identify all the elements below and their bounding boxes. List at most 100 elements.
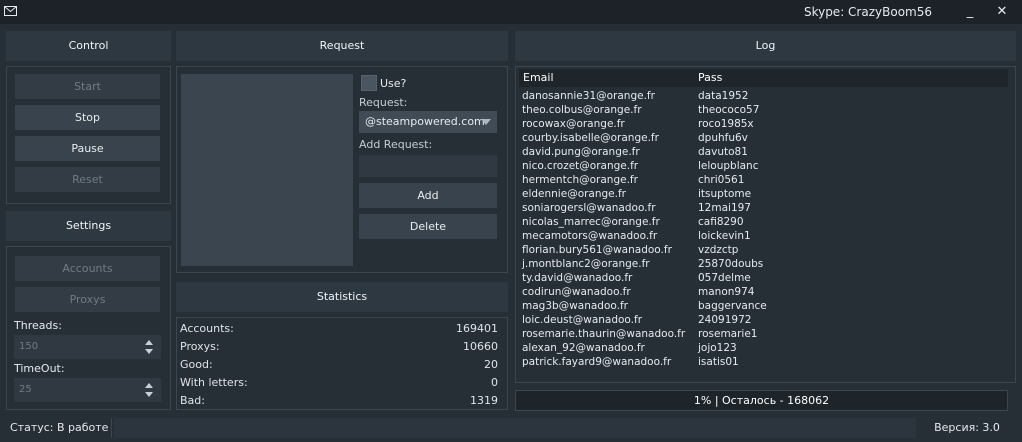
pass-cell: 24091972 bbox=[698, 314, 752, 326]
status-text: Статус: В работе bbox=[6, 418, 112, 438]
table-row[interactable]: hermentch@orange.fr chri0561 bbox=[519, 173, 1008, 187]
table-row[interactable]: alexan_92@wanadoo.fr jojo123 bbox=[519, 341, 1008, 355]
table-row[interactable]: mag3b@wanadoo.fr baggervance bbox=[519, 299, 1008, 313]
stat-value: 169401 bbox=[456, 322, 498, 335]
accounts-button[interactable]: Accounts bbox=[15, 256, 160, 281]
mail-icon bbox=[4, 6, 17, 16]
pass-cell: loickevin1 bbox=[698, 230, 751, 242]
pass-cell: 25870doubs bbox=[698, 258, 764, 270]
spinner-arrows-icon[interactable] bbox=[145, 340, 153, 354]
email-cell: j.montblanc2@orange.fr bbox=[522, 258, 650, 270]
pass-cell: jojo123 bbox=[698, 342, 737, 354]
email-cell: david.pung@orange.fr bbox=[522, 146, 640, 158]
table-row[interactable]: danosannie31@orange.fr data1952 bbox=[519, 89, 1008, 103]
email-cell: rocowax@orange.fr bbox=[522, 118, 625, 130]
settings-header: Settings bbox=[6, 211, 171, 241]
timeout-value: 25 bbox=[19, 384, 32, 395]
threads-value: 150 bbox=[19, 341, 39, 352]
table-row[interactable]: rocowax@orange.fr roco1985x bbox=[519, 117, 1008, 131]
email-cell: mag3b@wanadoo.fr bbox=[522, 300, 628, 312]
stat-row-proxys: Proxys: 10660 bbox=[180, 338, 498, 356]
use-checkbox[interactable] bbox=[361, 75, 377, 91]
log-table-header: Email Pass bbox=[519, 69, 1008, 87]
chevron-down-icon bbox=[481, 119, 491, 125]
table-row[interactable]: courby.isabelle@orange.fr dpuhfu6v bbox=[519, 131, 1008, 145]
control-header: Control bbox=[6, 31, 171, 61]
column-email[interactable]: Email bbox=[523, 69, 554, 87]
request-select[interactable]: @steampowered.com bbox=[359, 111, 497, 133]
table-row[interactable]: nicolas_marrec@orange.fr cafi8290 bbox=[519, 215, 1008, 229]
timeout-label: TimeOut: bbox=[14, 362, 65, 375]
add-request-label: Add Request: bbox=[359, 138, 433, 151]
stop-button[interactable]: Stop bbox=[15, 105, 160, 130]
add-button[interactable]: Add bbox=[359, 183, 497, 208]
pass-cell: theococo57 bbox=[698, 104, 760, 116]
stat-row-with-letters: With letters: 0 bbox=[180, 374, 498, 392]
pass-cell: 057delme bbox=[698, 272, 751, 284]
table-row[interactable]: soniarogersl@wanadoo.fr 12mai197 bbox=[519, 201, 1008, 215]
pass-cell: itsuptome bbox=[698, 188, 752, 200]
log-header: Log bbox=[515, 31, 1016, 61]
stat-row-good: Good: 20 bbox=[180, 356, 498, 374]
pause-button[interactable]: Pause bbox=[15, 136, 160, 161]
pass-cell: 12mai197 bbox=[698, 202, 751, 214]
stat-value: 20 bbox=[484, 358, 498, 371]
close-button[interactable]: ✕ bbox=[990, 2, 1014, 22]
table-row[interactable]: david.pung@orange.fr davuto81 bbox=[519, 145, 1008, 159]
stat-label: Good: bbox=[180, 358, 213, 371]
start-button[interactable]: Start bbox=[15, 74, 160, 99]
table-row[interactable]: codirun@wanadoo.fr manon974 bbox=[519, 285, 1008, 299]
stat-label: Proxys: bbox=[180, 340, 220, 353]
stat-label: Accounts: bbox=[180, 322, 234, 335]
stat-value: 1319 bbox=[470, 394, 498, 407]
stat-row-accounts: Accounts: 169401 bbox=[180, 320, 498, 338]
request-label: Request: bbox=[359, 96, 408, 109]
stat-row-bad: Bad: 1319 bbox=[180, 392, 498, 410]
email-cell: soniarogersl@wanadoo.fr bbox=[522, 202, 656, 214]
pass-cell: dpuhfu6v bbox=[698, 132, 748, 144]
stat-label: Bad: bbox=[180, 394, 205, 407]
threads-spinner[interactable]: 150 bbox=[14, 335, 161, 359]
spinner-arrows-icon[interactable] bbox=[145, 383, 153, 397]
stat-value: 0 bbox=[491, 376, 498, 389]
use-label: Use? bbox=[380, 77, 407, 90]
threads-label: Threads: bbox=[14, 319, 62, 332]
table-row[interactable]: j.montblanc2@orange.fr 25870doubs bbox=[519, 257, 1008, 271]
request-selected: @steampowered.com bbox=[365, 115, 485, 128]
email-cell: theo.colbus@orange.fr bbox=[522, 104, 642, 116]
email-cell: hermentch@orange.fr bbox=[522, 174, 638, 186]
table-row[interactable]: ty.david@wanadoo.fr 057delme bbox=[519, 271, 1008, 285]
table-row[interactable]: rosemarie.thaurin@wanadoo.fr rosemarie1 bbox=[519, 327, 1008, 341]
stat-value: 10660 bbox=[463, 340, 498, 353]
pass-cell: chri0561 bbox=[698, 174, 745, 186]
status-bar: Статус: В работе Версия: 3.0 bbox=[0, 412, 1022, 442]
pass-cell: vzdzctp bbox=[698, 244, 739, 256]
email-cell: nico.crozet@orange.fr bbox=[522, 160, 639, 172]
status-spacer bbox=[114, 418, 916, 438]
progress-bar: 1% | Осталось - 168062 bbox=[515, 390, 1008, 411]
table-row[interactable]: mecamotors@wanadoo.fr loickevin1 bbox=[519, 229, 1008, 243]
minimize-button[interactable]: _ bbox=[958, 2, 982, 22]
table-row[interactable]: florian.bury561@wanadoo.fr vzdzctp bbox=[519, 243, 1008, 257]
title-bar: Skype: CrazyBoom56 _ ✕ bbox=[0, 0, 1022, 24]
table-row[interactable]: patrick.fayard9@wanadoo.fr isatis01 bbox=[519, 355, 1008, 369]
pass-cell: davuto81 bbox=[698, 146, 748, 158]
email-cell: loic.deust@wanadoo.fr bbox=[522, 314, 643, 326]
table-row[interactable]: loic.deust@wanadoo.fr 24091972 bbox=[519, 313, 1008, 327]
table-row[interactable]: theo.colbus@orange.fr theococo57 bbox=[519, 103, 1008, 117]
pass-cell: baggervance bbox=[698, 300, 767, 312]
timeout-spinner[interactable]: 25 bbox=[14, 378, 161, 402]
email-cell: courby.isabelle@orange.fr bbox=[522, 132, 659, 144]
log-rows: danosannie31@orange.fr data1952 theo.colbu… bbox=[519, 89, 1008, 369]
table-row[interactable]: eldennie@orange.fr itsuptome bbox=[519, 187, 1008, 201]
request-textarea[interactable] bbox=[181, 74, 353, 266]
reset-button[interactable]: Reset bbox=[15, 167, 160, 192]
proxys-button[interactable]: Proxys bbox=[15, 287, 160, 312]
email-cell: nicolas_marrec@orange.fr bbox=[522, 216, 660, 228]
add-request-input[interactable] bbox=[359, 155, 497, 177]
column-pass[interactable]: Pass bbox=[698, 69, 722, 87]
pass-cell: isatis01 bbox=[698, 356, 739, 368]
email-cell: rosemarie.thaurin@wanadoo.fr bbox=[522, 328, 686, 340]
table-row[interactable]: nico.crozet@orange.fr leloupblanc bbox=[519, 159, 1008, 173]
delete-button[interactable]: Delete bbox=[359, 214, 497, 239]
